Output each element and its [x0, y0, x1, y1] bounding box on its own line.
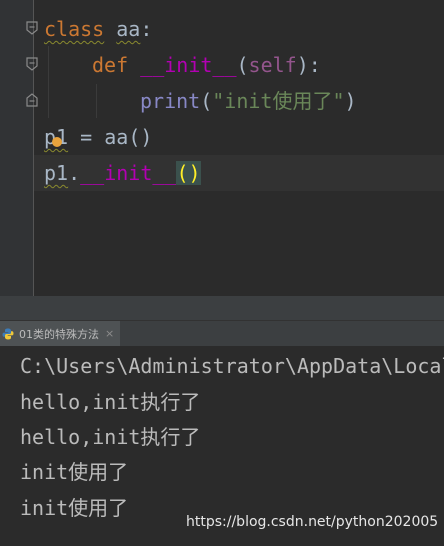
- fold-open-icon[interactable]: [25, 21, 39, 35]
- colon: :: [140, 17, 153, 41]
- matched-close-paren: ): [188, 161, 201, 185]
- console-line: hello,init执行了: [20, 425, 201, 449]
- builtin-print: print: [140, 89, 201, 113]
- method-call-init: __init__: [80, 161, 177, 185]
- code-line-4[interactable]: p1 = aa(): [44, 119, 152, 155]
- fold-open-icon[interactable]: [25, 57, 39, 71]
- param-self: self: [248, 53, 297, 77]
- python-icon: [2, 328, 14, 339]
- code-line-5[interactable]: p1.__init__(): [44, 155, 201, 191]
- intention-bulb-icon[interactable]: [52, 137, 62, 147]
- indent-guide: [96, 84, 97, 118]
- gutter-divider: [33, 0, 34, 296]
- console-line: init使用了: [20, 460, 129, 484]
- run-tab[interactable]: 01类的特殊方法 ×: [0, 321, 121, 346]
- ide-window: class aa: def __init__(self): print("ini…: [0, 0, 444, 546]
- matched-open-paren: (: [176, 161, 189, 185]
- console-line: init使用了: [20, 496, 129, 520]
- fold-end-icon[interactable]: [25, 93, 39, 107]
- class-call: aa: [104, 125, 129, 149]
- console-line: hello,init执行了: [20, 390, 201, 414]
- code-line-1[interactable]: class aa:: [44, 11, 152, 47]
- keyword-def: def: [92, 53, 129, 77]
- indent-guide: [48, 46, 49, 118]
- run-tab-bar: 01类的特殊方法 ×: [0, 320, 444, 346]
- close-tab-icon[interactable]: ×: [105, 327, 114, 340]
- editor-gutter: [0, 0, 33, 296]
- panel-splitter[interactable]: [0, 296, 444, 320]
- watermark-url: https://blog.csdn.net/python202005: [186, 514, 439, 530]
- close-paren-colon: ):: [296, 53, 321, 77]
- open-paren: (: [236, 53, 249, 77]
- code-line-2[interactable]: def __init__(self):: [92, 47, 321, 83]
- console-line: C:\Users\Administrator\AppData\Local: [20, 354, 444, 378]
- variable-p1: p1: [44, 161, 69, 185]
- string-literal: "init使用了": [212, 89, 345, 113]
- class-name: aa: [116, 17, 141, 41]
- assign-operator: =: [68, 125, 105, 149]
- run-tab-label: 01类的特殊方法: [19, 327, 99, 341]
- method-name-init: __init__: [140, 53, 237, 77]
- code-editor[interactable]: class aa: def __init__(self): print("ini…: [0, 0, 444, 296]
- open-paren: (: [200, 89, 213, 113]
- keyword-class: class: [44, 17, 105, 41]
- dot: .: [68, 161, 81, 185]
- code-line-3[interactable]: print("init使用了"): [140, 83, 357, 119]
- close-paren: ): [344, 89, 357, 113]
- call-parens: (): [128, 125, 153, 149]
